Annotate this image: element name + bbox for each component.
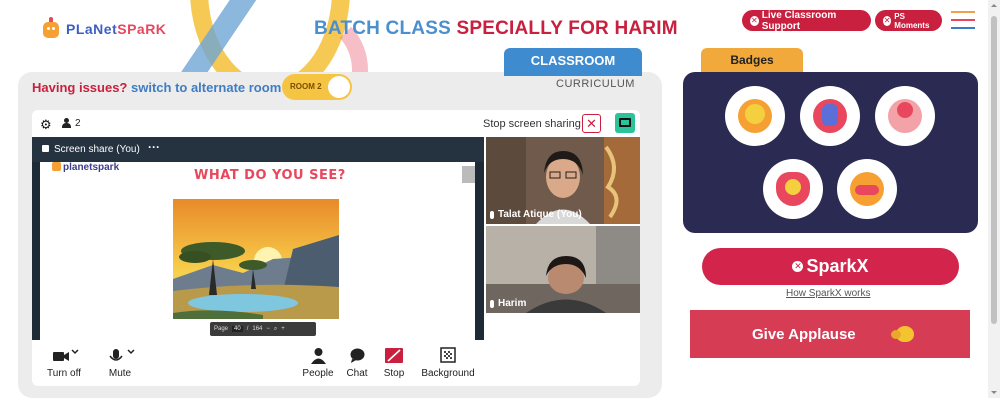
- meeting-controls: Turn off Mute People Chat Stop Backgroun…: [32, 340, 640, 386]
- stop-sharing-button[interactable]: ✕: [582, 114, 601, 133]
- video-toggle-label: Turn off: [47, 368, 81, 379]
- live-support-label: Live Classroom Support: [761, 9, 837, 32]
- people-button[interactable]: People: [300, 347, 336, 379]
- astronaut-badge-icon[interactable]: [875, 86, 935, 146]
- participant-tile[interactable]: Harim: [486, 226, 640, 313]
- robot-logo-icon: [40, 17, 62, 41]
- title-student: SPECIALLY FOR HARIM: [456, 18, 678, 39]
- participant-count: 2: [75, 118, 81, 129]
- more-options-icon[interactable]: ···: [148, 140, 160, 154]
- page: PLaNetSPaRK BATCH CLASS SPECIALLY FOR HA…: [0, 0, 1000, 398]
- zoom-in-icon[interactable]: +: [281, 326, 285, 332]
- ps-moments-button[interactable]: ✕ PS Moments: [875, 10, 942, 31]
- slide-scrollbar[interactable]: [462, 166, 475, 183]
- savanna-sunset-image: [173, 199, 339, 319]
- person-icon: [62, 118, 71, 128]
- room-switch-text: Having issues? switch to alternate room: [32, 80, 281, 95]
- live-support-button[interactable]: ✕ Live Classroom Support: [742, 9, 871, 32]
- mute-label: Mute: [108, 368, 132, 379]
- pdf-page-controls: Page 40 / 164 − ⌕ +: [210, 322, 316, 336]
- shared-slide: planetspark WHAT DO YOU SEE? Page 40 / 1…: [40, 162, 475, 340]
- zoom-out-icon[interactable]: −: [266, 326, 270, 332]
- video-camera-icon: [44, 347, 84, 364]
- gear-icon[interactable]: ⚙: [40, 117, 52, 133]
- slide-brand: planetspark: [52, 162, 119, 173]
- meeting-window: ⚙ 2 Stop screen sharing ✕ Screen share (…: [32, 110, 640, 386]
- people-icon: [300, 347, 336, 364]
- close-circle-icon: ✕: [883, 15, 892, 26]
- search-icon[interactable]: ⌕: [274, 326, 277, 333]
- give-applause-label: Give Applause: [752, 325, 856, 343]
- screen-share-icon: [42, 145, 49, 152]
- pdf-page-label: Page: [214, 326, 229, 332]
- chat-bubble-icon: [342, 347, 372, 364]
- hamburger-icon[interactable]: [951, 11, 975, 29]
- mic-icon: [490, 210, 494, 219]
- video-toggle-button[interactable]: Turn off: [44, 347, 84, 379]
- how-sparkx-works-link[interactable]: How SparkX works: [786, 288, 870, 299]
- logo-text-part1: PLaNet: [66, 21, 118, 37]
- screen-share-off-icon: [378, 347, 410, 364]
- chat-label: Chat: [346, 368, 368, 379]
- screen-share-panel: Screen share (You) ··· planetspark WHAT …: [32, 137, 484, 340]
- screen-share-header: Screen share (You) ···: [32, 137, 484, 162]
- title-batch: BATCH CLASS: [314, 18, 451, 39]
- mute-button[interactable]: Mute: [100, 347, 140, 379]
- give-applause-button[interactable]: Give Applause: [690, 310, 970, 358]
- room-toggle-label: ROOM 2: [290, 82, 322, 91]
- badges-tab: Badges: [701, 48, 803, 74]
- people-label: People: [302, 368, 334, 379]
- slide-question: WHAT DO YOU SEE?: [194, 168, 346, 183]
- room-toggle[interactable]: ROOM 2: [282, 74, 352, 100]
- pdf-separator: /: [246, 326, 249, 332]
- clapping-hands-icon: [890, 326, 914, 342]
- screen-layout-button[interactable]: [615, 113, 635, 133]
- trophy-badge-icon[interactable]: [725, 86, 785, 146]
- badges-panel: [683, 72, 978, 233]
- screen-share-label: Screen share (You): [54, 144, 140, 155]
- mic-icon: [490, 299, 494, 308]
- switch-room-link[interactable]: switch to alternate room: [131, 80, 281, 95]
- meeting-toolbar: ⚙ 2 Stop screen sharing ✕: [32, 110, 640, 137]
- toggle-knob: [328, 76, 350, 98]
- screen-icon: [619, 118, 631, 127]
- microphone-icon: [100, 347, 140, 364]
- close-circle-icon: ✕: [750, 15, 759, 26]
- stop-share-button[interactable]: Stop: [378, 347, 410, 379]
- participant-name-tag: Harim: [490, 298, 526, 309]
- chat-button[interactable]: Chat: [342, 347, 372, 379]
- planetspark-logo[interactable]: PLaNetSPaRK: [40, 17, 166, 41]
- background-button[interactable]: Background: [418, 347, 478, 379]
- sparkx-label: SparkX: [806, 256, 869, 276]
- scrollbar-thumb[interactable]: [991, 16, 997, 324]
- page-scrollbar[interactable]: [988, 0, 1000, 398]
- slide-logo-icon: [52, 162, 61, 171]
- sparkx-button[interactable]: ✕ SparkX: [702, 248, 959, 285]
- ps-moments-label: PS Moments: [894, 11, 930, 30]
- background-label: Background: [421, 368, 475, 379]
- lightbulb-badge-icon[interactable]: [763, 159, 823, 219]
- participant-name-tag: Talat Atique (You): [490, 209, 582, 220]
- logo-text-part2: SPaRK: [117, 21, 167, 37]
- tab-curriculum[interactable]: CURRICULUM: [556, 78, 635, 90]
- close-circle-icon: ✕: [792, 261, 804, 272]
- participant-tile[interactable]: Talat Atique (You): [486, 137, 640, 224]
- stop-sharing-label: Stop screen sharing: [483, 118, 581, 130]
- tab-classroom[interactable]: CLASSROOM: [504, 48, 642, 76]
- pdf-page-input[interactable]: 40: [232, 326, 243, 332]
- page-title: BATCH CLASS SPECIALLY FOR HARIM: [314, 18, 678, 40]
- raised-hand-badge-icon[interactable]: [800, 86, 860, 146]
- pdf-total-pages: 164: [252, 326, 263, 332]
- brain-badge-icon[interactable]: [837, 159, 897, 219]
- issue-text: Having issues?: [32, 80, 128, 95]
- background-blur-icon: [418, 347, 478, 364]
- stop-share-label: Stop: [383, 368, 405, 379]
